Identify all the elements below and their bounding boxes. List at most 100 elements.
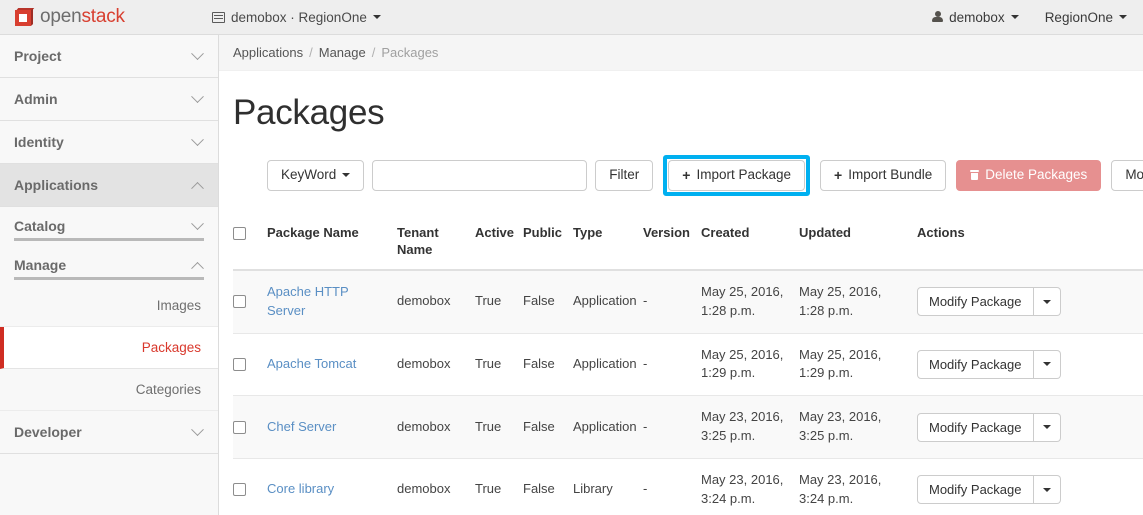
column-header-tenant-name[interactable]: Tenant Name [397, 214, 475, 270]
sidebar-subgroup-manage[interactable]: Manage [0, 246, 218, 285]
user-menu[interactable]: demobox [932, 10, 1019, 25]
project-list-icon [212, 12, 225, 23]
column-header-package-name[interactable]: Package Name [267, 214, 397, 270]
row-action-group: Modify Package [917, 350, 1061, 379]
breadcrumb: Applications / Manage / Packages [219, 35, 1143, 71]
cell-updated: May 23, 2016, 3:24 p.m. [799, 459, 917, 515]
row-action-group: Modify Package [917, 475, 1061, 504]
row-select-cell [233, 270, 267, 333]
column-header-actions: Actions [917, 214, 1143, 270]
import-package-button[interactable]: + Import Package [668, 160, 805, 191]
cell-active: True [475, 459, 523, 515]
package-name-link[interactable]: Apache Tomcat [267, 356, 356, 371]
cell-type: Application [573, 270, 643, 333]
cell-created: May 23, 2016, 3:24 p.m. [701, 459, 799, 515]
sidebar-group-developer[interactable]: Developer [0, 411, 218, 454]
select-all-checkbox[interactable] [233, 227, 246, 240]
row-actions-dropdown[interactable] [1034, 350, 1061, 379]
row-actions-dropdown[interactable] [1034, 287, 1061, 316]
cell-public: False [523, 270, 573, 333]
chevron-down-icon [191, 133, 204, 146]
region-menu-label: RegionOne [1045, 10, 1113, 25]
column-header-public[interactable]: Public [523, 214, 573, 270]
import-bundle-button[interactable]: + Import Bundle [820, 160, 946, 191]
row-select-cell [233, 396, 267, 459]
table-head: Package Name Tenant Name Active Public T… [233, 214, 1143, 270]
table-row: Apache TomcatdemoboxTrueFalseApplication… [233, 333, 1143, 396]
sidebar-subgroup-catalog[interactable]: Catalog [0, 207, 218, 246]
row-actions-dropdown[interactable] [1034, 413, 1061, 442]
filter-button[interactable]: Filter [595, 160, 653, 191]
sidebar-group-label: Applications [14, 177, 98, 193]
cell-actions: Modify Package [917, 396, 1143, 459]
brand-logo[interactable]: openstack [0, 0, 206, 34]
sidebar-subgroup-label: Catalog [14, 218, 65, 234]
chevron-down-icon [191, 217, 204, 230]
cell-actions: Modify Package [917, 333, 1143, 396]
subgroup-underline [14, 238, 204, 241]
chevron-down-icon [1119, 15, 1127, 19]
column-header-type[interactable]: Type [573, 214, 643, 270]
brand-wordmark: openstack [40, 6, 125, 28]
row-checkbox[interactable] [233, 295, 246, 308]
delete-packages-button[interactable]: Delete Packages [956, 160, 1101, 191]
row-checkbox[interactable] [233, 421, 246, 434]
user-icon [932, 11, 943, 23]
cell-type: Library [573, 459, 643, 515]
sidebar-item-images[interactable]: Images [0, 285, 218, 327]
sidebar-item-categories[interactable]: Categories [0, 369, 218, 411]
modify-package-button[interactable]: Modify Package [917, 287, 1034, 316]
breadcrumb-item-packages: Packages [381, 45, 438, 60]
breadcrumb-item-manage[interactable]: Manage [319, 45, 366, 60]
cell-public: False [523, 459, 573, 515]
sidebar-group-identity[interactable]: Identity [0, 121, 218, 164]
modify-package-button[interactable]: Modify Package [917, 350, 1034, 379]
cell-package-name: Core library [267, 459, 397, 515]
packages-table: Package Name Tenant Name Active Public T… [233, 214, 1143, 515]
sidebar-group-applications[interactable]: Applications [0, 164, 218, 207]
column-header-version[interactable]: Version [643, 214, 701, 270]
region-menu[interactable]: RegionOne [1045, 10, 1127, 25]
project-region-selector[interactable]: demobox · RegionOne [206, 6, 387, 29]
cell-active: True [475, 333, 523, 396]
row-checkbox[interactable] [233, 483, 246, 496]
cell-package-name: Chef Server [267, 396, 397, 459]
delete-packages-label: Delete Packages [985, 168, 1087, 183]
chevron-up-icon [191, 261, 204, 274]
search-input[interactable] [372, 160, 587, 191]
cell-type: Application [573, 333, 643, 396]
table-row: Core librarydemoboxTrueFalseLibrary-May … [233, 459, 1143, 515]
modify-package-button[interactable]: Modify Package [917, 413, 1034, 442]
chevron-down-icon [1011, 15, 1019, 19]
chevron-down-icon [1043, 488, 1051, 492]
package-name-link[interactable]: Apache HTTP Server [267, 284, 348, 318]
plus-icon: + [682, 168, 690, 182]
cell-actions: Modify Package [917, 270, 1143, 333]
cell-actions: Modify Package [917, 459, 1143, 515]
column-header-active[interactable]: Active [475, 214, 523, 270]
package-name-link[interactable]: Chef Server [267, 419, 336, 434]
sidebar-group-label: Admin [14, 91, 58, 107]
more-actions-dropdown[interactable]: More Actions [1111, 160, 1143, 191]
modify-package-button[interactable]: Modify Package [917, 475, 1034, 504]
chevron-up-icon [191, 181, 204, 194]
select-all-header [233, 214, 267, 270]
column-header-created[interactable]: Created [701, 214, 799, 270]
sidebar-item-packages[interactable]: Packages [0, 327, 218, 369]
row-checkbox[interactable] [233, 358, 246, 371]
row-actions-dropdown[interactable] [1034, 475, 1061, 504]
sidebar-group-project[interactable]: Project [0, 35, 218, 78]
chevron-down-icon [191, 47, 204, 60]
page-title: Packages [233, 93, 1143, 133]
cell-updated: May 25, 2016, 1:29 p.m. [799, 333, 917, 396]
brand-open-text: open [40, 6, 81, 27]
sidebar-group-admin[interactable]: Admin [0, 78, 218, 121]
cell-version: - [643, 396, 701, 459]
brand-stack-text: stack [81, 6, 124, 27]
cell-tenant-name: demobox [397, 459, 475, 515]
cell-version: - [643, 270, 701, 333]
package-name-link[interactable]: Core library [267, 481, 334, 496]
breadcrumb-item-applications[interactable]: Applications [233, 45, 303, 60]
keyword-filter-dropdown[interactable]: KeyWord [267, 160, 364, 191]
column-header-updated[interactable]: Updated [799, 214, 917, 270]
